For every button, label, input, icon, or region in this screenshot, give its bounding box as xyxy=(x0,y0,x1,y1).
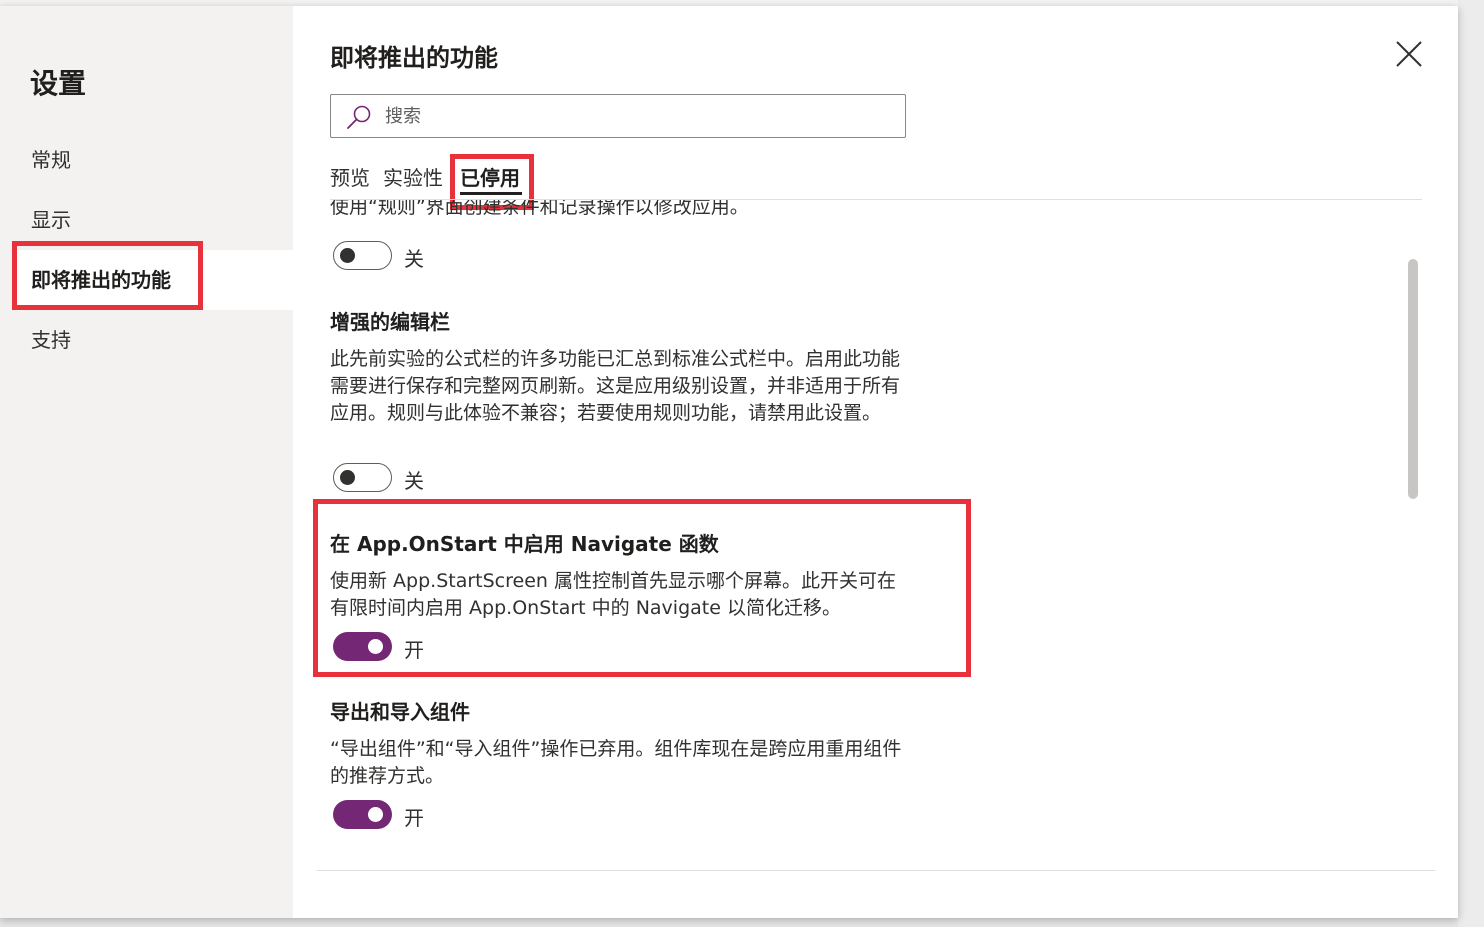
search-input[interactable] xyxy=(385,101,885,131)
feature-toggle-formula-bar[interactable] xyxy=(333,463,392,492)
feature-toggle-export-import[interactable] xyxy=(333,800,392,829)
toggle-knob xyxy=(368,639,383,654)
toggle-knob xyxy=(340,248,355,263)
sidebar-item-display[interactable]: 显示 xyxy=(12,190,293,250)
feature-toggle-label-navigate-onstart: 开 xyxy=(404,638,424,662)
sidebar-title: 设置 xyxy=(30,67,87,100)
tab-active-indicator xyxy=(460,192,522,195)
tab-retired[interactable]: 已停用 xyxy=(460,162,520,191)
feature-title-formula-bar: 增强的编辑栏 xyxy=(330,310,450,334)
main-panel: 即将推出的功能 预览 实验性 已停用 使用“规则”界面创建条件和记录操作以修改应… xyxy=(293,6,1458,918)
features-list: 使用“规则”界面创建条件和记录操作以修改应用。 关 增强的编辑栏 此先前实验的公… xyxy=(293,200,1458,866)
feature-title-navigate-onstart: 在 App.OnStart 中启用 Navigate 函数 xyxy=(330,532,719,556)
tab-experimental[interactable]: 实验性 xyxy=(383,162,443,191)
toggle-knob xyxy=(340,470,355,485)
search-icon xyxy=(347,105,371,129)
feature-toggle-label-rules: 关 xyxy=(404,247,424,271)
sidebar-item-general[interactable]: 常规 xyxy=(12,130,293,190)
search-box[interactable] xyxy=(330,94,906,138)
feature-toggle-label-export-import: 开 xyxy=(404,806,424,830)
feature-title-export-import: 导出和导入组件 xyxy=(330,700,470,724)
feature-description-rules: 使用“规则”界面创建条件和记录操作以修改应用。 xyxy=(330,200,749,218)
tab-preview[interactable]: 预览 xyxy=(330,162,370,191)
background-edge xyxy=(1458,0,1484,927)
sidebar-item-support[interactable]: 支持 xyxy=(12,310,293,370)
settings-sidebar: 设置 常规 显示 即将推出的功能 支持 xyxy=(0,6,293,918)
feature-toggle-label-formula-bar: 关 xyxy=(404,469,424,493)
feature-description-export-import: “导出组件”和“导入组件”操作已弃用。组件库现在是跨应用重用组件的推荐方式。 xyxy=(330,738,902,787)
page-title: 即将推出的功能 xyxy=(330,44,498,72)
toggle-knob xyxy=(368,807,383,822)
close-icon xyxy=(1396,41,1422,67)
feature-toggle-rules[interactable] xyxy=(333,241,392,270)
close-button[interactable] xyxy=(1391,36,1427,72)
scrollbar-thumb[interactable] xyxy=(1408,259,1418,499)
feature-toggle-navigate-onstart[interactable] xyxy=(333,632,392,661)
feature-description-navigate-onstart: 使用新 App.StartScreen 属性控制首先显示哪个屏幕。此开关可在有限… xyxy=(330,570,896,619)
footer-divider xyxy=(317,870,1435,871)
settings-dialog: 设置 常规 显示 即将推出的功能 支持 即将推出的功能 预览 实验性 已停用 xyxy=(0,6,1458,918)
feature-description-formula-bar: 此先前实验的公式栏的许多功能已汇总到标准公式栏中。启用此功能需要进行保存和完整网… xyxy=(330,348,901,424)
sidebar-item-upcoming-features[interactable]: 即将推出的功能 xyxy=(12,250,293,310)
